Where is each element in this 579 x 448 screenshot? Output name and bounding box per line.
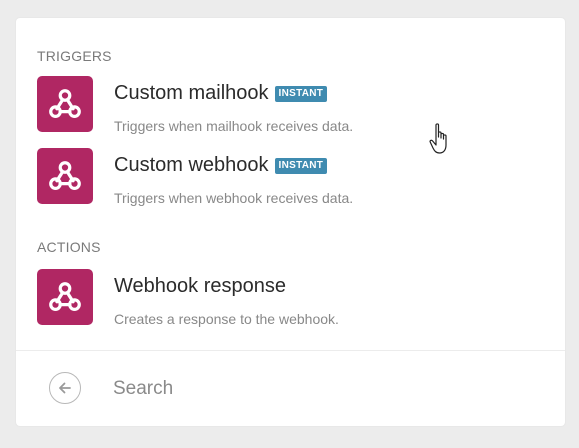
instant-badge: INSTANT xyxy=(274,157,328,174)
arrow-left-circle-icon xyxy=(59,382,71,394)
module-item-custom-mailhook[interactable]: Custom mailhook INSTANT Triggers when ma… xyxy=(37,76,537,136)
search-bar xyxy=(16,351,565,426)
webhook-icon xyxy=(37,269,93,325)
section-title-actions: ACTIONS xyxy=(37,239,101,255)
module-title-text: Custom mailhook xyxy=(114,82,269,104)
module-description: Triggers when webhook receives data. xyxy=(114,190,354,206)
module-description: Triggers when mailhook receives data. xyxy=(114,118,354,134)
back-button[interactable] xyxy=(49,372,81,404)
module-title: Custom webhook INSTANT xyxy=(114,154,328,177)
hand-cursor-icon xyxy=(429,123,447,154)
search-input[interactable] xyxy=(113,375,533,403)
section-title-triggers: TRIGGERS xyxy=(37,48,112,64)
module-title-text: Webhook response xyxy=(114,275,286,297)
webhook-icon xyxy=(37,148,93,204)
module-item-custom-webhook[interactable]: Custom webhook INSTANT Triggers when web… xyxy=(37,148,537,208)
module-picker-panel: TRIGGERS Custom mailhook INSTANT Trigger… xyxy=(16,18,565,426)
module-title-text: Custom webhook xyxy=(114,154,269,176)
module-item-webhook-response[interactable]: Webhook response Creates a response to t… xyxy=(37,269,537,329)
webhook-icon xyxy=(37,76,93,132)
module-title: Custom mailhook INSTANT xyxy=(114,82,328,105)
module-title: Webhook response xyxy=(114,275,286,298)
instant-badge: INSTANT xyxy=(274,85,328,102)
module-description: Creates a response to the webhook. xyxy=(114,311,339,327)
